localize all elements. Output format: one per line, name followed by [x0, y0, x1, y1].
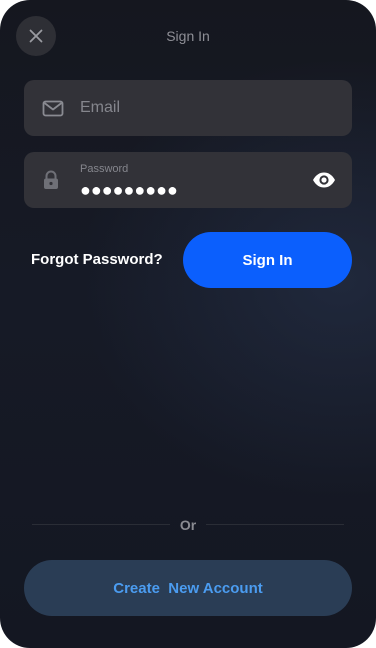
- sign-in-button[interactable]: Sign In: [183, 232, 352, 288]
- show-password-button[interactable]: [310, 166, 338, 194]
- create-account-button[interactable]: Create New Account: [24, 560, 352, 616]
- lock-icon: [42, 152, 60, 208]
- divider-label: Or: [179, 517, 197, 533]
- email-field[interactable]: Email: [24, 80, 352, 136]
- password-value: ●●●●●●●●●: [80, 180, 178, 200]
- eye-icon: [313, 172, 335, 188]
- sign-in-screen: Sign In Email Password ●●●●●●●●● Forgot …: [0, 0, 376, 648]
- email-placeholder: Email: [80, 99, 121, 116]
- password-field[interactable]: Password ●●●●●●●●●: [24, 152, 352, 208]
- page-title: Sign In: [166, 28, 210, 44]
- password-label: Password: [80, 163, 129, 175]
- mail-icon: [42, 80, 64, 136]
- forgot-password-link[interactable]: Forgot Password?: [31, 251, 163, 269]
